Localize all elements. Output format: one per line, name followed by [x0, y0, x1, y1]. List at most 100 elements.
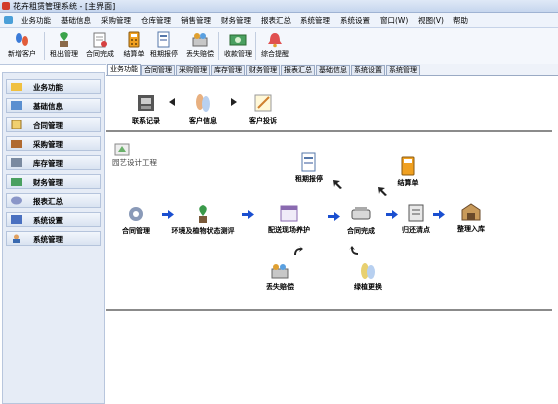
customer-complaint-node[interactable]: 客户投诉: [241, 92, 285, 126]
menu-reports[interactable]: 报表汇总: [261, 15, 291, 26]
bell-icon: [268, 33, 282, 48]
app-icon: [2, 2, 10, 10]
curved-arrow-icon: [294, 246, 303, 255]
suspend-lease-node[interactable]: 租期报停: [289, 152, 329, 184]
sidebar-item-purchase[interactable]: 采购管理: [6, 136, 101, 151]
menu-finance[interactable]: 财务管理: [221, 15, 251, 26]
menu-warehouse[interactable]: 仓库管理: [141, 15, 171, 26]
tab-business[interactable]: 业务功能: [107, 64, 141, 75]
footprints-icon: [16, 33, 28, 46]
menu-bar: 业务功能 基础信息 采购管理 仓库管理 销售管理 财务管理 报表汇总 系统管理 …: [0, 13, 558, 28]
document-icon: [301, 152, 316, 172]
menu-sales[interactable]: 销售管理: [181, 15, 211, 26]
menu-system-settings[interactable]: 系统设置: [340, 15, 370, 26]
menu-system-manage[interactable]: 系统管理: [300, 15, 330, 26]
phone-icon: [138, 95, 154, 111]
stock-in-node[interactable]: 整理入库: [446, 202, 496, 234]
toolbar-lost-compensation-button[interactable]: 丢失赔偿: [182, 31, 218, 62]
arrow-right-icon: [242, 210, 254, 219]
tab-purchase[interactable]: 采购管理: [176, 65, 210, 75]
report-icon: [157, 31, 170, 48]
sidebar: 业务功能 基础信息 合同管理 采购管理 库存管理 财务管理 报表汇总 系统设置 …: [2, 72, 105, 404]
arrow-right-icon: [433, 210, 445, 219]
contract-complete-node[interactable]: 合同完成: [338, 204, 384, 236]
customer-info-node[interactable]: 客户信息: [181, 92, 225, 126]
tab-reports[interactable]: 报表汇总: [281, 65, 315, 75]
compensation-icon: [271, 264, 289, 279]
info-icon: [11, 101, 22, 110]
tab-system-settings[interactable]: 系统设置: [351, 65, 385, 75]
plant-pot-icon: [199, 205, 207, 223]
tab-bar: 业务功能 合同管理 采购管理 库存管理 财务管理 报表汇总 基础信息 系统设置 …: [106, 64, 558, 76]
contract-manage-node[interactable]: 合同管理: [114, 204, 158, 236]
tab-system-manage[interactable]: 系统管理: [386, 65, 420, 75]
sidebar-item-contract[interactable]: 合同管理: [6, 117, 101, 132]
arrow-up-left-icon: [333, 180, 342, 189]
contract-icon: [11, 120, 22, 129]
tab-contract[interactable]: 合同管理: [141, 65, 175, 75]
finance-icon: [11, 178, 22, 186]
clipboard-icon: [408, 204, 424, 222]
menu-help[interactable]: 帮助: [453, 15, 468, 26]
toolbar-rent-out-button[interactable]: 租出管理: [46, 31, 82, 62]
return-check-node[interactable]: 归还清点: [396, 203, 436, 235]
calculator-icon: [128, 31, 140, 48]
toolbar-contract-complete-button[interactable]: 合同完成: [82, 31, 118, 62]
tab-inventory[interactable]: 库存管理: [211, 65, 245, 75]
garden-design-icon: [114, 143, 130, 156]
arrow-right-icon: [231, 98, 237, 106]
toolbar-separator: [255, 32, 256, 60]
arrow-down-left-icon: [378, 187, 387, 196]
tab-finance[interactable]: 财务管理: [246, 65, 280, 75]
plant-replace-node[interactable]: 绿植更换: [346, 262, 390, 292]
plant-icon: [60, 32, 68, 47]
inventory-icon: [11, 158, 22, 167]
env-assessment-node[interactable]: 环境及植物状态测评: [168, 204, 238, 236]
note-icon: [254, 94, 272, 112]
delivery-node[interactable]: 配送现场养护: [260, 203, 318, 235]
arrow-left-icon: [169, 98, 175, 106]
menu-window[interactable]: 窗口(W): [380, 15, 408, 26]
toolbar: 新增客户 租出管理 合同完成 结算单 租期报停 丢失赔偿 收款管理 综合提醒: [0, 28, 558, 65]
user-icon: [13, 234, 20, 243]
settings-icon: [11, 215, 22, 224]
toolbar-suspend-lease-button[interactable]: 租期报停: [146, 31, 182, 62]
title-bar: 花卉租赁管理系统 - [主界面]: [0, 0, 558, 13]
toolbar-separator: [218, 32, 219, 60]
sidebar-item-finance[interactable]: 财务管理: [6, 174, 101, 189]
purchase-icon: [11, 140, 22, 148]
warehouse-icon: [461, 203, 481, 221]
toolbar-new-customer-button[interactable]: 新增客户: [4, 31, 40, 62]
settlement-node[interactable]: 结算单: [391, 156, 425, 188]
toolbar-reminder-button[interactable]: 综合提醒: [257, 31, 293, 62]
tab-basic-info[interactable]: 基础信息: [316, 65, 350, 75]
calculator-icon: [401, 156, 415, 176]
sidebar-item-reports[interactable]: 报表汇总: [6, 193, 101, 208]
menu-basic-info[interactable]: 基础信息: [61, 15, 91, 26]
sidebar-item-business[interactable]: 业务功能: [6, 79, 101, 94]
disk-icon: [11, 196, 22, 205]
sidebar-item-system-settings[interactable]: 系统设置: [6, 212, 101, 227]
contact-record-node[interactable]: 联系记录: [124, 92, 168, 126]
menu-purchase[interactable]: 采购管理: [101, 15, 131, 26]
sidebar-item-inventory[interactable]: 库存管理: [6, 155, 101, 170]
calendar-icon: [280, 205, 298, 222]
customers-icon: [196, 94, 210, 112]
divider: [106, 309, 552, 311]
window-title: 花卉租赁管理系统 - [主界面]: [13, 2, 116, 11]
money-icon: [229, 34, 247, 46]
toolbar-separator: [44, 32, 45, 60]
menu-app-icon: [4, 16, 13, 24]
sidebar-item-basic-info[interactable]: 基础信息: [6, 98, 101, 113]
sidebar-item-system-manage[interactable]: 系统管理: [6, 231, 101, 246]
curved-arrow-icon: [349, 246, 358, 255]
divider: [106, 130, 552, 132]
contract-icon: [93, 32, 107, 48]
group-title: 园艺设计工程: [112, 158, 157, 167]
toolbar-payment-button[interactable]: 收款管理: [220, 31, 256, 62]
menu-business[interactable]: 业务功能: [21, 15, 51, 26]
menu-view[interactable]: 视图(V): [418, 15, 444, 26]
lost-compensation-node[interactable]: 丢失赔偿: [260, 262, 300, 292]
gear-icon: [129, 207, 143, 221]
plants-icon: [361, 263, 375, 279]
